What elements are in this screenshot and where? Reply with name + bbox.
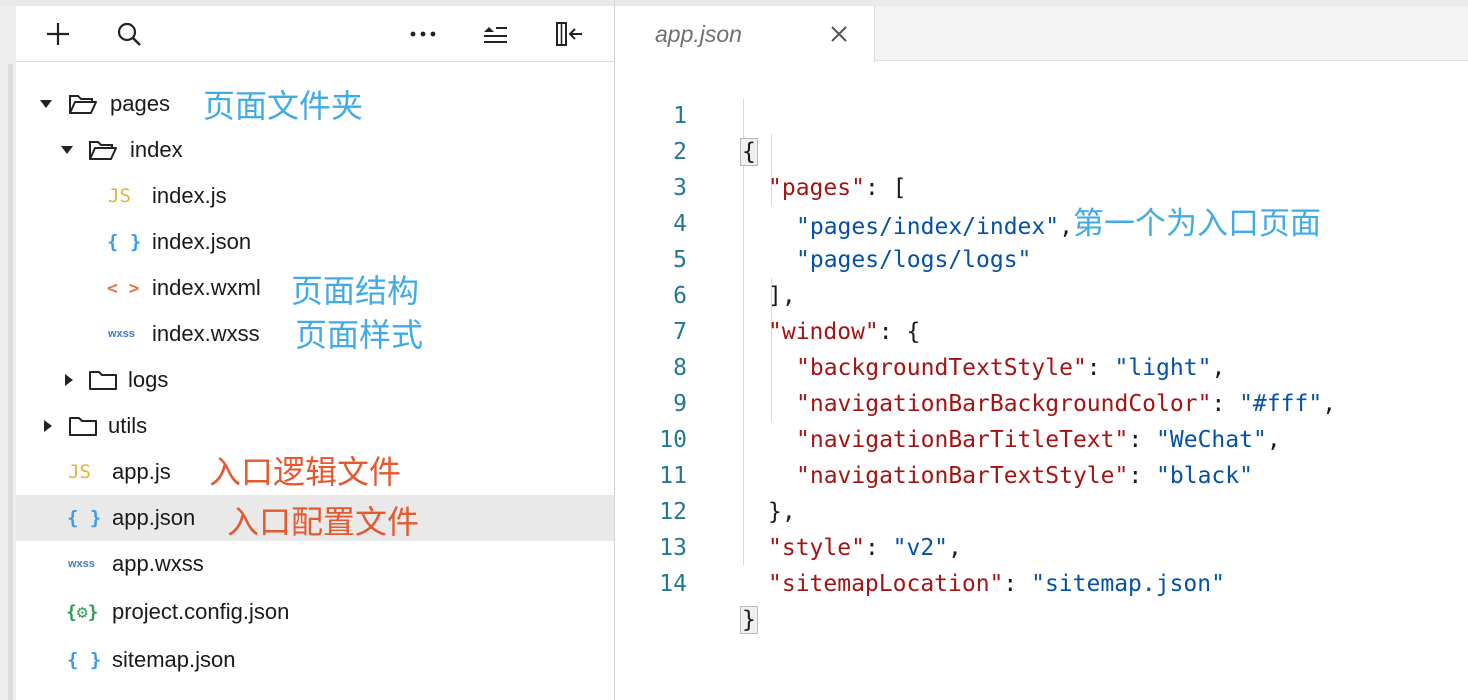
folder-open-icon (68, 92, 98, 116)
hide-panel-icon[interactable] (554, 18, 586, 50)
chevron-right-icon[interactable] (62, 373, 76, 387)
wxss-file-icon: wxss (68, 558, 95, 570)
chevron-right-icon[interactable] (41, 419, 55, 433)
js-file-icon: JS (108, 185, 131, 207)
tree-item-label: utils (108, 413, 148, 438)
explorer-toolbar (16, 6, 614, 62)
code-line: 8 "navigationBarBackgroundColor": "#fff"… (615, 314, 1468, 417)
tree-item-label: app.wxss (112, 551, 204, 576)
search-icon[interactable] (113, 18, 145, 50)
editor-tab-bar: app.json (615, 6, 1468, 62)
plus-icon[interactable] (42, 18, 74, 50)
json-file-icon: { } (67, 649, 102, 671)
collapse-all-icon[interactable] (479, 18, 511, 50)
tree-item-label: index.wxml (152, 275, 261, 300)
activity-bar (0, 6, 16, 700)
bracket-match: } (740, 606, 758, 634)
tab-app-json[interactable]: app.json (615, 6, 875, 62)
json-string: "sitemap.json" (1031, 571, 1225, 597)
code-line: 14 } (615, 530, 1468, 634)
tree-item-app-js[interactable]: JS app.js 入口逻辑文件 (16, 449, 614, 495)
ellipsis-icon[interactable] (407, 18, 439, 50)
annotation-app-json: 入口配置文件 (227, 503, 420, 541)
chevron-down-icon[interactable] (60, 143, 74, 157)
tree-item-pages[interactable]: pages 页面文件夹 (16, 81, 614, 127)
folder-open-icon (88, 138, 118, 162)
code-editor: app.json 1 { 2 "pages": [ 3 "pages/index… (615, 0, 1468, 700)
tree-item-label: pages (110, 91, 170, 116)
tree-item-label: app.js (112, 459, 171, 484)
tree-item-label: sitemap.json (112, 647, 236, 672)
tree-item-label: index (130, 137, 183, 162)
tree-item-index-folder[interactable]: index (16, 127, 614, 173)
code-line: 2 "pages": [ (615, 98, 1468, 201)
json-file-icon: { } (67, 507, 102, 529)
tree-item-label: logs (128, 367, 169, 392)
tree-item-index-json[interactable]: { } index.json (16, 219, 614, 265)
config-file-icon: {⚙} (66, 601, 99, 623)
scrollbar[interactable] (8, 64, 13, 700)
tree-item-sitemap-json[interactable]: { } sitemap.json (16, 637, 614, 683)
code-line: 13 "sitemapLocation": "sitemap.json" (615, 494, 1468, 597)
code-line: 4 "pages/logs/logs" (615, 170, 1468, 273)
json-key: "sitemapLocation" (768, 571, 1004, 597)
js-file-icon: JS (68, 461, 91, 483)
tree-item-app-json[interactable]: { } app.json 入口配置文件 (16, 495, 614, 541)
tree-item-label: index.js (152, 183, 227, 208)
chevron-down-icon[interactable] (39, 97, 53, 111)
code-line: 6 "window": { (615, 242, 1468, 345)
file-explorer: pages 页面文件夹 index JS index.js { } index.… (0, 0, 615, 700)
wxss-file-icon: wxss (108, 328, 135, 340)
wxml-file-icon: < > (107, 277, 140, 299)
tree-item-app-wxss[interactable]: wxss app.wxss (16, 541, 614, 587)
code-line: 3 "pages/index/index",第一个为入口页面 (615, 134, 1468, 242)
punctuation: : (1003, 571, 1032, 597)
json-file-icon: { } (107, 231, 142, 253)
folder-icon (88, 368, 118, 392)
tree-item-index-wxss[interactable]: wxss index.wxss 页面样式 (16, 311, 614, 357)
tree-item-utils[interactable]: utils (16, 403, 614, 449)
tree-item-label: project.config.json (112, 599, 290, 624)
tree-item-logs[interactable]: logs (16, 357, 614, 403)
code-line: 9 "navigationBarTitleText": "WeChat", (615, 350, 1468, 453)
code-line: 7 "backgroundTextStyle": "light", (615, 278, 1468, 381)
annotation-pages: 页面文件夹 (203, 87, 364, 125)
annotation-app-js: 入口逻辑文件 (209, 453, 402, 491)
tree-item-project-config[interactable]: {⚙} project.config.json (16, 589, 614, 635)
tree-item-label: index.wxss (152, 321, 260, 346)
annotation-wxss: 页面样式 (295, 316, 424, 354)
code-line: 12 "style": "v2", (615, 458, 1468, 561)
line-number: 14 (659, 571, 687, 597)
tree-item-label: app.json (112, 505, 196, 530)
tree-item-index-wxml[interactable]: < > index.wxml 页面结构 (16, 265, 614, 311)
folder-icon (68, 414, 98, 438)
tree-item-label: index.json (152, 229, 252, 254)
tree-item-index-js[interactable]: JS index.js (16, 173, 614, 219)
close-icon[interactable] (829, 24, 849, 44)
code-line: 10 "navigationBarTextStyle": "black" (615, 386, 1468, 489)
annotation-wxml: 页面结构 (291, 272, 420, 310)
tab-label: app.json (655, 21, 742, 47)
code-line: 1 { (615, 62, 1468, 166)
code-line: 5 ], (615, 206, 1468, 309)
code-line: 11 }, (615, 422, 1468, 525)
